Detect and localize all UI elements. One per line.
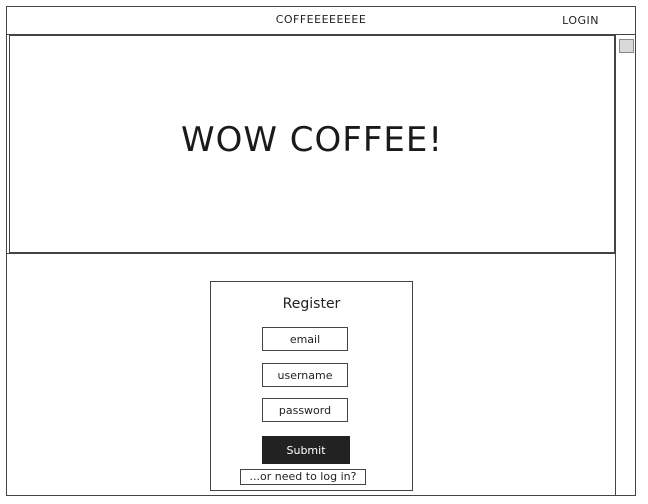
password-field[interactable] bbox=[262, 398, 348, 422]
vertical-scrollbar[interactable] bbox=[615, 35, 635, 495]
scrollbar-thumb[interactable] bbox=[619, 39, 634, 53]
section-divider bbox=[7, 253, 617, 254]
browser-window: COFFEEEEEEEE LOGIN WOW COFFEE! Register … bbox=[6, 6, 636, 496]
top-nav-bar: COFFEEEEEEEE LOGIN bbox=[7, 7, 635, 35]
email-field[interactable] bbox=[262, 327, 348, 351]
register-form: Register Submit ...or need to log in? bbox=[210, 281, 413, 491]
login-link[interactable]: LOGIN bbox=[562, 14, 599, 27]
hero-banner: WOW COFFEE! bbox=[9, 35, 615, 253]
hero-title: WOW COFFEE! bbox=[180, 120, 443, 160]
submit-button[interactable]: Submit bbox=[262, 436, 350, 464]
brand-title: COFFEEEEEEEE bbox=[275, 13, 367, 26]
need-login-link[interactable]: ...or need to log in? bbox=[240, 469, 366, 485]
register-title: Register bbox=[282, 296, 341, 312]
username-field[interactable] bbox=[262, 363, 348, 387]
